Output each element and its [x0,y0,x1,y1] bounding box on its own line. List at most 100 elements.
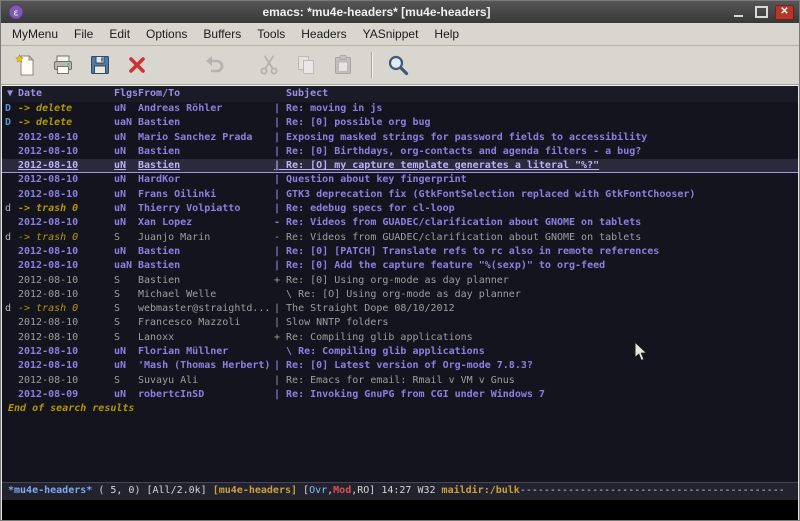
message-row[interactable]: 2012-08-10SFrancesco Mazzoli| Slow NNTP … [2,316,798,330]
message-row[interactable]: d-> trash 0Swebmaster@straightd...| The … [2,302,798,316]
maximize-button[interactable] [752,5,771,20]
message-row[interactable]: 2012-08-10SBastien+ Re: [0] Using org-mo… [2,274,798,288]
message-row[interactable]: 2012-08-10uN'Mash (Thomas Herbert)| Re: … [2,359,798,373]
window-controls [729,5,794,20]
message-row[interactable]: 2012-08-10SMichael Welle \ Re: [O] Using… [2,288,798,302]
message-subject: - Re: Videos from GUADEC/clarification a… [274,231,798,245]
message-row[interactable]: 2012-08-10uNHardKor| Question about key … [2,173,798,187]
message-mark: D [2,116,18,130]
message-from: HardKor [138,173,274,187]
menu-yasnippet[interactable]: YASnippet [355,23,427,45]
message-mark [2,259,18,273]
menu-help[interactable]: Help [426,23,467,45]
menu-edit[interactable]: Edit [101,23,138,45]
modeline-segment: 14:27 W32 [375,485,441,496]
sort-direction-icon: ▼ [2,86,18,102]
minibuffer[interactable] [2,500,798,520]
emacs-icon: ε [8,4,24,20]
message-row[interactable]: D-> deleteuNAndreas Röhler| Re: moving i… [2,102,798,116]
title-bar: ε emacs: *mu4e-headers* [mu4e-headers] [1,1,799,23]
message-mark [2,159,18,173]
message-row[interactable]: 2012-08-10uNMario Sanchez Prada| Exposin… [2,131,798,145]
copy-icon[interactable] [291,50,321,80]
message-mark: D [2,102,18,116]
paste-icon[interactable] [328,50,358,80]
message-date: 2012-08-10 [18,173,114,187]
modeline-segment: ----------------------------------------… [520,485,785,496]
message-mark: d [2,302,18,316]
message-date: 2012-08-10 [18,145,114,159]
message-mark [2,359,18,373]
message-from: Bastien [138,259,274,273]
message-row[interactable]: 2012-08-10uNFrans Oilinki| GTK3 deprecat… [2,188,798,202]
message-mark [2,316,18,330]
menu-tools[interactable]: Tools [249,23,293,45]
new-file-icon[interactable] [11,50,41,80]
message-from: Michael Welle [138,288,274,302]
message-flags: S [114,316,138,330]
column-header-subject[interactable]: Subject [274,86,798,102]
message-subject: | The Straight Dope 08/10/2012 [274,302,798,316]
message-mark [2,216,18,230]
message-row[interactable]: d-> trash 0SJuanjo Marin- Re: Videos fro… [2,231,798,245]
message-row[interactable]: 2012-08-10uNBastien| Re: [0] [PATCH] Tra… [2,245,798,259]
message-date: -> delete [18,116,114,130]
column-header-flags[interactable]: Flgs [114,86,138,102]
column-header-date[interactable]: Date [18,86,114,102]
menu-headers[interactable]: Headers [293,23,354,45]
search-icon[interactable] [383,50,413,80]
message-flags: uN [114,202,138,216]
message-flags: uN [114,173,138,187]
message-date: 2012-08-10 [18,374,114,388]
message-date: -> trash 0 [18,302,114,316]
message-row[interactable]: 2012-08-10uNBastien| Re: [O] my capture … [2,159,798,173]
message-flags: S [114,302,138,316]
message-flags: uN [114,145,138,159]
message-subject: | Re: [0] Birthdays, org-contacts and ag… [274,145,798,159]
message-flags: S [114,331,138,345]
menu-buffers[interactable]: Buffers [195,23,249,45]
message-date: -> trash 0 [18,202,114,216]
message-row[interactable]: D-> deleteuaNBastien| Re: [0] possible o… [2,116,798,130]
menu-options[interactable]: Options [138,23,195,45]
message-row[interactable]: 2012-08-10uNXan Lopez- Re: Videos from G… [2,216,798,230]
message-flags: uN [114,102,138,116]
message-from: Xan Lopez [138,216,274,230]
print-icon[interactable] [48,50,78,80]
message-subject: | Slow NNTP folders [274,316,798,330]
message-flags: S [114,274,138,288]
close-button[interactable] [775,5,794,20]
message-mark: d [2,202,18,216]
message-row[interactable]: 2012-08-09uNrobertcInSD| Re: Invoking Gn… [2,388,798,402]
message-from: Juanjo Marin [138,231,274,245]
menu-file[interactable]: File [66,23,101,45]
minimize-button[interactable] [729,5,748,20]
message-subject: \ Re: [O] Using org-mode as day planner [274,288,798,302]
message-flags: uN [114,159,138,173]
menu-mymenu[interactable]: MyMenu [4,23,66,45]
message-subject: | Re: [O] my capture template generates … [274,159,798,173]
close-icon[interactable] [122,50,152,80]
end-of-results: End of search results [2,402,798,416]
message-date: 2012-08-10 [18,345,114,359]
message-row[interactable]: 2012-08-10SSuvayu Ali| Re: Emacs for ema… [2,374,798,388]
message-flags: uN [114,245,138,259]
message-flags: S [114,374,138,388]
message-date: 2012-08-10 [18,188,114,202]
message-row[interactable]: 2012-08-10SLanoxx+ Re: Compiling glib ap… [2,331,798,345]
message-flags: uN [114,216,138,230]
message-from: Bastien [138,245,274,259]
message-row[interactable]: 2012-08-10uaNBastien| Re: [0] Add the ca… [2,259,798,273]
message-date: 2012-08-10 [18,259,114,273]
column-header-from[interactable]: From/To [138,86,274,102]
save-icon[interactable] [85,50,115,80]
header-line: ▼ Date Flgs From/To Subject [2,86,798,102]
undo-icon[interactable] [199,50,229,80]
message-row[interactable]: 2012-08-10uNBastien| Re: [0] Birthdays, … [2,145,798,159]
message-row[interactable]: d-> trash 0uNThierry Volpiatto| Re: edeb… [2,202,798,216]
cut-icon[interactable] [254,50,284,80]
message-row[interactable]: 2012-08-10uNFlorian Müllner \ Re: Compil… [2,345,798,359]
message-flags: uN [114,388,138,402]
modeline-segment: [ [297,485,309,496]
message-from: Thierry Volpiatto [138,202,274,216]
